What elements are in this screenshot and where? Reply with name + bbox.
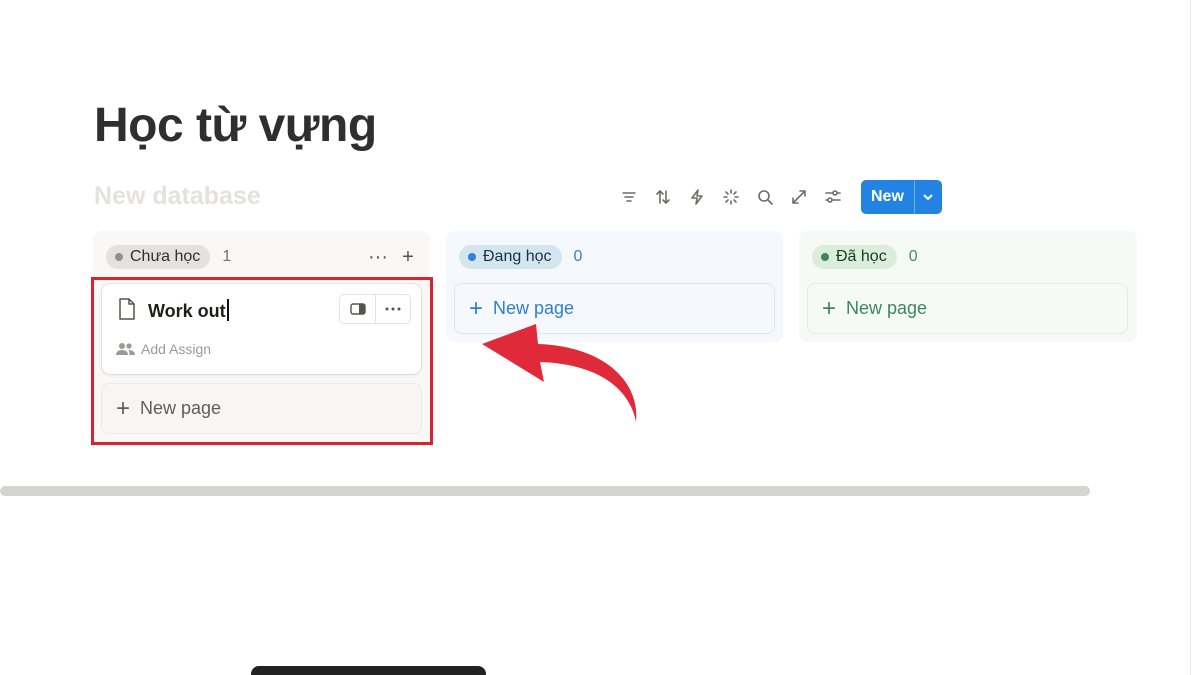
column-header: Chưa học 1 — [106, 244, 231, 270]
highlight-box — [91, 277, 433, 445]
column-actions: ··· + — [368, 245, 418, 269]
column-count: 1 — [222, 248, 232, 265]
sort-button[interactable] — [646, 180, 680, 214]
annotation-arrow-icon — [482, 324, 637, 422]
new-button-group: New — [861, 180, 942, 214]
more-icon[interactable]: ··· — [368, 245, 388, 269]
search-button[interactable] — [748, 180, 782, 214]
expand-button[interactable] — [782, 180, 816, 214]
new-dropdown-button[interactable] — [913, 180, 942, 214]
status-dot-icon — [468, 253, 476, 261]
status-dot-icon — [821, 253, 829, 261]
status-label: Đã học — [836, 248, 887, 265]
plus-icon: + — [822, 294, 837, 322]
chevron-down-icon — [923, 194, 934, 201]
filter-button[interactable] — [612, 180, 646, 214]
status-label: Chưa học — [130, 248, 201, 265]
bottom-toast — [251, 666, 486, 675]
search-icon — [758, 190, 773, 205]
sort-icon — [656, 190, 670, 204]
settings-button[interactable] — [816, 180, 850, 214]
settings-icon — [825, 190, 841, 203]
ai-button[interactable] — [714, 180, 748, 214]
plus-icon: + — [469, 294, 484, 322]
add-icon[interactable]: + — [398, 245, 418, 269]
column-count: 0 — [908, 248, 918, 265]
status-label: Đang học — [483, 248, 552, 265]
expand-icon — [792, 190, 806, 204]
board-column-da-hoc: Đã học 0 + New page — [799, 231, 1137, 342]
status-dot-icon — [115, 253, 123, 261]
page-title[interactable]: Học từ vựng — [94, 98, 377, 153]
horizontal-scrollbar[interactable] — [0, 486, 1090, 496]
status-badge[interactable]: Đang học — [459, 245, 562, 269]
column-header: Đang học 0 — [459, 244, 582, 270]
notion-page: Học từ vựng New database New Chưa học 1 … — [0, 0, 1200, 675]
column-header: Đã học 0 — [812, 244, 918, 270]
column-count: 0 — [573, 248, 583, 265]
filter-icon — [622, 192, 636, 202]
new-page-button[interactable]: + New page — [807, 283, 1128, 334]
automation-icon — [691, 189, 703, 205]
new-button[interactable]: New — [861, 180, 914, 214]
database-toolbar: New — [612, 180, 942, 214]
database-title[interactable]: New database — [94, 182, 261, 211]
ai-icon — [723, 189, 739, 205]
status-badge[interactable]: Chưa học — [106, 245, 211, 269]
status-badge[interactable]: Đã học — [812, 245, 897, 269]
window-edge — [1190, 0, 1200, 675]
automation-button[interactable] — [680, 180, 714, 214]
